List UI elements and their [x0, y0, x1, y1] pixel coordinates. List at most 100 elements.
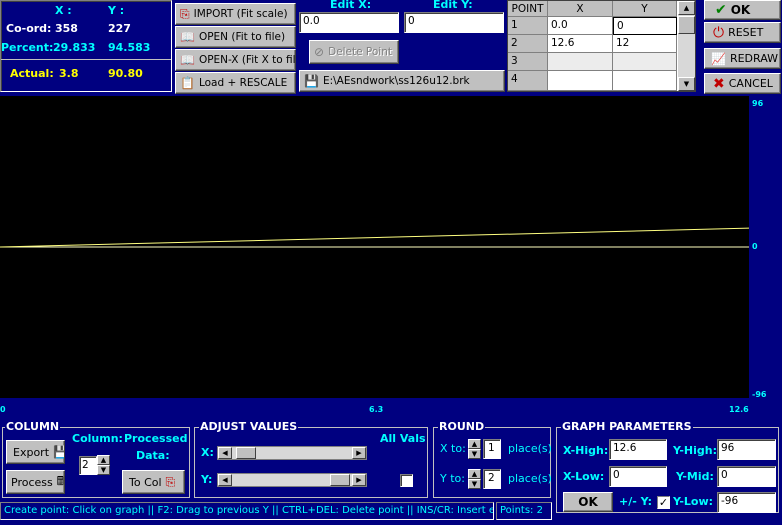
grid-cell-x[interactable]: 0.0: [548, 17, 613, 35]
slider-thumb[interactable]: [330, 474, 350, 486]
graph-parameters-title: GRAPH PARAMETERS: [561, 420, 693, 433]
grid-row-point: 1: [508, 17, 548, 35]
open-x-label: OPEN-X (Fit X to file): [198, 54, 296, 66]
to-column-icon: ⎘: [165, 474, 176, 489]
grid-cell-x[interactable]: 12.6: [548, 35, 613, 53]
y-high-label: Y-High:: [673, 444, 717, 457]
to-col-button[interactable]: To Col ⎘: [122, 470, 185, 494]
slider-thumb[interactable]: [236, 447, 256, 459]
round-y-spin-up-icon[interactable]: ▲: [468, 469, 481, 479]
grid-row-point: 3: [508, 53, 548, 71]
grid-cell-x[interactable]: [548, 71, 613, 91]
file-path-button[interactable]: 💾 E:\AEsndwork\ss126u12.brk: [299, 70, 505, 92]
x-tick-label: 12.6: [729, 405, 749, 414]
adjust-x-slider[interactable]: ◀ ▶: [217, 446, 367, 460]
round-y-spin-down-icon[interactable]: ▼: [468, 479, 481, 489]
round-x-spin-down-icon[interactable]: ▼: [468, 449, 481, 459]
x-axis-strip: 0 6.3 12.6: [0, 398, 782, 416]
grid-header-x: X: [548, 1, 613, 17]
to-col-label: To Col: [129, 475, 162, 489]
round-y-input[interactable]: 2: [483, 469, 501, 489]
column-input[interactable]: 2: [79, 456, 97, 475]
plus-minus-y-checkbox[interactable]: ✓: [657, 496, 670, 509]
y-low-label: Y-Low:: [673, 495, 714, 508]
y-mid-input[interactable]: 0: [717, 466, 776, 487]
column-group: COLUMN Export 💾 Process 🖩 Column: 2 ▲ ▼ …: [2, 420, 190, 498]
x-tick-label: 0: [0, 405, 6, 414]
import-button[interactable]: ⎘ IMPORT (Fit scale): [175, 3, 296, 25]
edit-y-input[interactable]: 0: [404, 12, 504, 33]
scroll-thumb[interactable]: [678, 16, 695, 34]
slider-right-icon[interactable]: ▶: [352, 474, 366, 486]
points-grid[interactable]: POINT X Y 1 0.0 0 2 12.6 12 3 4 ▲ ▼: [507, 0, 696, 92]
column-group-title: COLUMN: [5, 420, 61, 433]
open-x-icon: 📖: [180, 53, 195, 67]
export-label: Export: [13, 445, 50, 459]
grid-cell-y[interactable]: 0: [613, 17, 677, 35]
graph-svg[interactable]: [0, 96, 749, 398]
open-x-button[interactable]: 📖 OPEN-X (Fit X to file): [175, 49, 296, 71]
adjust-x-label: X:: [201, 446, 214, 459]
grid-header-point: POINT: [508, 1, 548, 17]
y-mid-label: Y-Mid:: [676, 470, 714, 483]
grid-vscrollbar[interactable]: ▲ ▼: [678, 1, 695, 91]
coord-y-value: 227: [108, 22, 131, 35]
load-icon: 📋: [180, 76, 195, 90]
grid-row-point: 2: [508, 35, 548, 53]
y-low-input[interactable]: -96: [717, 492, 776, 513]
round-group: ROUND X to: ▲ ▼ 1 place(s) Y to: ▲ ▼ 2 p…: [433, 420, 552, 498]
x-high-input[interactable]: 12.6: [609, 439, 667, 460]
round-y-label: Y to:: [440, 472, 465, 485]
params-ok-button[interactable]: OK: [563, 492, 613, 512]
grid-cell-y[interactable]: [613, 71, 677, 91]
adjust-values-title: ADJUST VALUES: [199, 420, 299, 433]
ok-button[interactable]: ✔ OK: [704, 0, 781, 20]
cancel-x-icon: ✖: [713, 75, 725, 92]
percent-y-value: 94.583: [108, 41, 151, 54]
column-spin-up-icon[interactable]: ▲: [97, 455, 110, 465]
grid-cell-y[interactable]: 12: [613, 35, 677, 53]
y-high-input[interactable]: 96: [717, 439, 776, 460]
cancel-button[interactable]: ✖ CANCEL: [704, 73, 781, 94]
graph-parameters-group: GRAPH PARAMETERS X-High: 12.6 Y-High: 96…: [556, 420, 779, 513]
file-path-label: E:\AEsndwork\ss126u12.brk: [322, 75, 470, 87]
process-label: Process: [11, 475, 53, 489]
column-spin-down-icon[interactable]: ▼: [97, 465, 110, 475]
load-rescale-button[interactable]: 📋 Load + RESCALE: [175, 72, 296, 94]
coord-divider: [1, 59, 171, 60]
graph-canvas[interactable]: [0, 96, 749, 398]
slider-left-icon[interactable]: ◀: [218, 474, 232, 486]
coord-y-header: Y :: [108, 4, 125, 17]
all-vals-label: All Vals: [380, 432, 426, 445]
x-high-label: X-High:: [563, 444, 609, 457]
grid-cell-x[interactable]: [548, 53, 613, 71]
reset-button[interactable]: ⏻ RESET: [704, 22, 781, 43]
data-series-line: [0, 227, 749, 248]
slider-left-icon[interactable]: ◀: [218, 447, 232, 459]
all-vals-checkbox[interactable]: [400, 474, 413, 487]
scroll-up-icon[interactable]: ▲: [678, 1, 695, 15]
import-label: IMPORT (Fit scale): [193, 8, 288, 20]
x-low-input[interactable]: 0: [609, 466, 667, 487]
actual-x-value: 3.8: [59, 67, 79, 80]
delete-icon: ⊘: [314, 45, 325, 59]
redraw-chart-icon: 📈: [711, 51, 726, 66]
percent-label: Percent:: [1, 41, 54, 54]
floppy-disk-icon: 💾: [53, 445, 64, 459]
round-x-spin-up-icon[interactable]: ▲: [468, 439, 481, 449]
scroll-down-icon[interactable]: ▼: [678, 77, 695, 91]
process-button[interactable]: Process 🖩: [6, 470, 65, 494]
adjust-y-slider[interactable]: ◀ ▶: [217, 473, 367, 487]
export-button[interactable]: Export 💾: [6, 440, 65, 464]
grid-cell-y[interactable]: [613, 53, 677, 71]
slider-right-icon[interactable]: ▶: [352, 447, 366, 459]
open-button[interactable]: 📖 OPEN (Fit to file): [175, 26, 296, 48]
import-icon: ⎘: [180, 6, 190, 21]
round-x-input[interactable]: 1: [483, 439, 501, 459]
coord-x-header: X :: [55, 4, 72, 17]
edit-x-input[interactable]: 0.0: [299, 12, 399, 33]
floppy-disk-icon: 💾: [304, 74, 319, 88]
redraw-button[interactable]: 📈 REDRAW: [704, 48, 781, 69]
processed-label: Processed: [124, 432, 188, 445]
delete-point-button[interactable]: ⊘ Delete Point: [309, 40, 399, 64]
